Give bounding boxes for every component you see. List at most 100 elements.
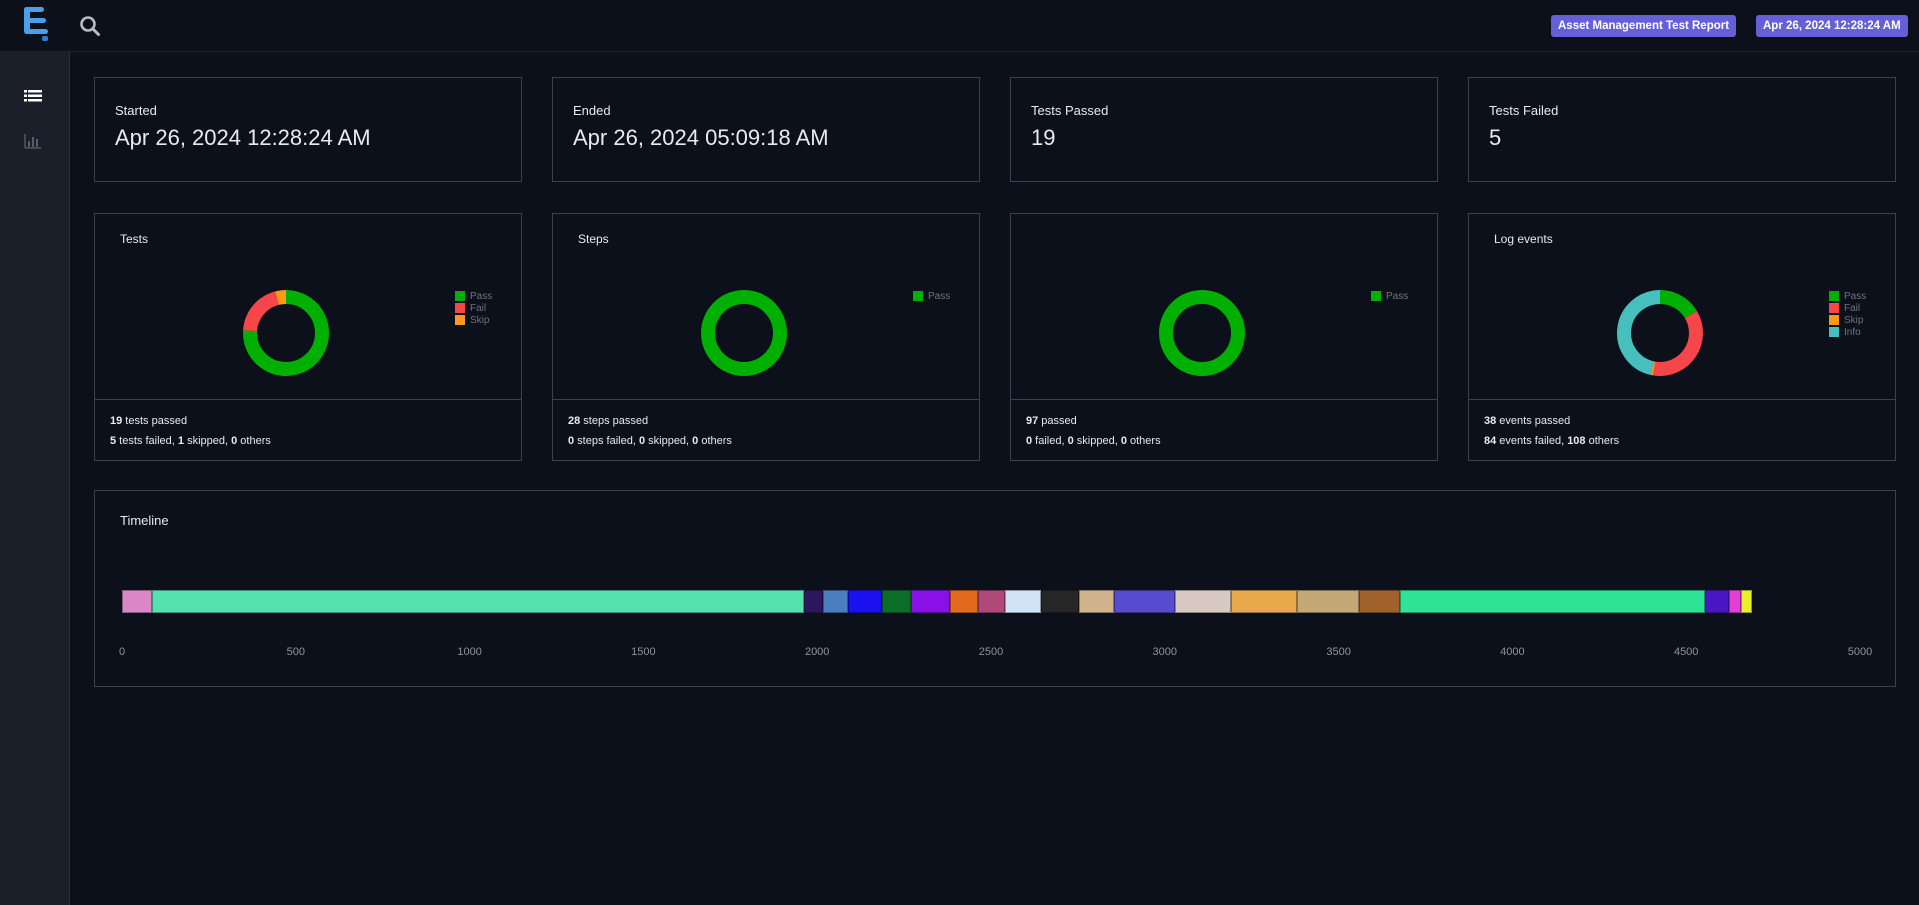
steps-chart-card: Steps Pass 28 steps passed 0 steps faile… — [552, 213, 980, 461]
timeline-segment-16[interactable] — [1296, 590, 1359, 613]
legend-label: Skip — [470, 314, 490, 326]
legend-label: Skip — [1844, 314, 1864, 326]
log-events-donut-chart — [1617, 290, 1703, 376]
ended-card: Ended Apr 26, 2024 05:09:18 AM — [552, 77, 980, 182]
donut-slice-pass[interactable] — [701, 290, 787, 376]
timeline-segment-14[interactable] — [1175, 590, 1231, 613]
timeline-tick-label: 3500 — [1326, 646, 1351, 658]
timeline-segment-12[interactable] — [1078, 590, 1115, 613]
timeline-segment-1[interactable] — [122, 590, 152, 613]
divider — [95, 399, 521, 400]
legend-label: Fail — [470, 302, 487, 314]
third-donut-chart — [1159, 290, 1245, 376]
timeline-tick-label: 1500 — [631, 646, 656, 658]
tests-chart-card: Tests Pass Fail Skip 19 tests passed 5 t… — [94, 213, 522, 461]
legend-item-pass[interactable]: Pass — [1829, 290, 1866, 302]
tests-summary-line-1: 19 tests passed — [110, 415, 188, 427]
timeline-tick-label: 2000 — [804, 646, 830, 658]
timeline-tick-label: 4500 — [1673, 646, 1699, 658]
timeline-segment-6[interactable] — [881, 590, 912, 613]
timeline-tick-label: 2500 — [978, 646, 1004, 658]
timeline-segment-10[interactable] — [1004, 590, 1042, 613]
started-card: Started Apr 26, 2024 12:28:24 AM — [94, 77, 522, 182]
sidebar — [0, 52, 70, 905]
log-events-chart-title: Log events — [1494, 232, 1553, 246]
third-summary-line-2: 0 failed, 0 skipped, 0 others — [1026, 435, 1161, 447]
timeline-segment-13[interactable] — [1114, 590, 1176, 613]
timeline-segment-2[interactable] — [151, 590, 805, 613]
timeline-segment-18[interactable] — [1400, 590, 1706, 613]
legend-item-fail[interactable]: Fail — [1829, 302, 1866, 314]
tests-summary-line-2: 5 tests failed, 1 skipped, 0 others — [110, 435, 271, 447]
extent-logo-icon[interactable] — [22, 7, 52, 41]
steps-summary-line-1: 28 steps passed — [568, 415, 649, 427]
ended-label: Ended — [573, 103, 611, 118]
tests-chart-title: Tests — [120, 232, 149, 246]
timeline-segment-19[interactable] — [1705, 590, 1729, 613]
log-events-summary-line-2: 84 events failed, 108 others — [1484, 435, 1620, 447]
divider — [1011, 399, 1437, 400]
legend-item-skip[interactable]: Skip — [455, 314, 492, 326]
report-name-badge: Asset Management Test Report — [1551, 15, 1737, 37]
legend-label: Pass — [470, 290, 493, 302]
legend-item-skip[interactable]: Skip — [1829, 314, 1866, 326]
tests-passed-card: Tests Passed 19 — [1010, 77, 1438, 182]
tests-passed-value: 19 — [1031, 125, 1056, 150]
tests-passed-label: Tests Passed — [1031, 103, 1109, 118]
donut-slice-pass[interactable] — [1159, 290, 1245, 376]
legend-label: Pass — [1386, 290, 1409, 302]
timeline-tick-label: 3000 — [1152, 646, 1178, 658]
timeline-tick-label: 4000 — [1500, 646, 1525, 658]
ended-value: Apr 26, 2024 05:09:18 AM — [573, 125, 829, 150]
third-summary-line-1: 97 passed — [1026, 415, 1077, 427]
legend-label: Pass — [1844, 290, 1867, 302]
donut-slice-fail[interactable] — [1653, 310, 1703, 376]
started-label: Started — [115, 103, 157, 118]
divider — [553, 399, 979, 400]
timeline-segment-15[interactable] — [1230, 590, 1297, 613]
timeline-tick-label: 5000 — [1847, 646, 1873, 658]
timeline-segment-8[interactable] — [949, 590, 979, 613]
divider — [1469, 399, 1895, 400]
legend-item-info[interactable]: Info — [1829, 326, 1866, 338]
report-date-badge: Apr 26, 2024 12:28:24 AM — [1756, 15, 1908, 37]
timeline-title: Timeline — [120, 513, 169, 528]
donut-slice-pass[interactable] — [1659, 290, 1697, 319]
timeline-segment-7[interactable] — [911, 590, 950, 613]
log-events-legend: Pass Fail Skip Info — [1829, 290, 1866, 338]
log-events-chart-card: Log events Pass Fail Skip Info 38 events… — [1468, 213, 1896, 461]
third-legend: Pass — [1371, 290, 1408, 302]
timeline-segment-11[interactable] — [1041, 590, 1079, 613]
tests-failed-label: Tests Failed — [1489, 103, 1559, 118]
legend-item-fail[interactable]: Fail — [455, 302, 492, 314]
tests-donut-chart — [243, 290, 329, 376]
timeline-segment-4[interactable] — [823, 590, 848, 613]
timeline-segment-21[interactable] — [1741, 590, 1752, 613]
legend-label: Pass — [928, 290, 951, 302]
tests-failed-card: Tests Failed 5 — [1468, 77, 1896, 182]
timeline-segment-5[interactable] — [847, 590, 882, 613]
timeline-tick-label: 1000 — [457, 646, 482, 658]
timeline-segment-3[interactable] — [804, 590, 824, 613]
donut-slice-skip[interactable] — [275, 290, 287, 305]
list-icon[interactable] — [24, 87, 42, 105]
steps-donut-chart — [701, 290, 787, 376]
third-chart-card: Pass 97 passed 0 failed, 0 skipped, 0 ot… — [1010, 213, 1438, 461]
search-icon[interactable] — [79, 15, 101, 37]
bar-chart-icon[interactable] — [24, 132, 42, 150]
legend-item-pass[interactable]: Pass — [913, 290, 950, 302]
timeline-segment-9[interactable] — [978, 590, 1005, 613]
tests-legend: Pass Fail Skip — [455, 290, 492, 326]
legend-label: Info — [1844, 326, 1861, 338]
started-value: Apr 26, 2024 12:28:24 AM — [115, 125, 371, 150]
legend-item-pass[interactable]: Pass — [455, 290, 492, 302]
timeline-tick-label: 500 — [286, 646, 305, 658]
tests-failed-value: 5 — [1489, 125, 1502, 150]
steps-legend: Pass — [913, 290, 950, 302]
legend-item-pass[interactable]: Pass — [1371, 290, 1408, 302]
timeline-segment-17[interactable] — [1358, 590, 1401, 613]
donut-slice-fail[interactable] — [243, 291, 280, 332]
timeline-card: Timeline 0 500 1000 1500 2000 2500 3000 3500 400… — [94, 490, 1896, 687]
timeline-segment-20[interactable] — [1728, 590, 1742, 613]
donut-slice-info[interactable] — [1617, 290, 1661, 375]
